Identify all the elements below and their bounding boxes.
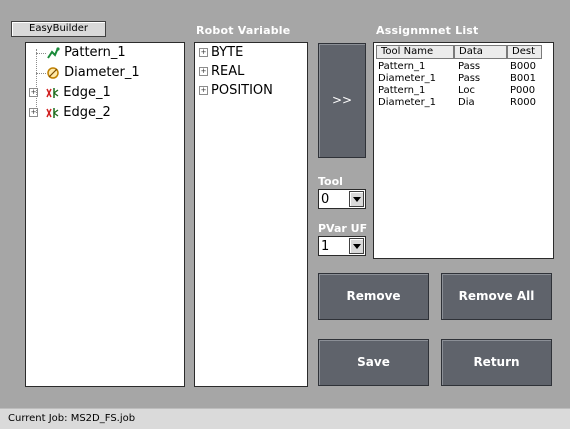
remove-button[interactable]: Remove [318,273,429,320]
pvar-uf-select[interactable]: 1 [318,236,366,256]
easybuilder-button[interactable]: EasyBuilder [11,21,106,37]
robot-var-label: REAL [211,64,245,79]
table-cell: B000 [510,61,536,72]
table-cell: Pattern_1 [378,61,426,72]
robot-variable-header: Robot Variable [196,24,291,37]
table-cell: R000 [510,97,537,108]
current-job-text: Current Job: MS2D_FS.job [8,413,136,424]
tree-connector [36,53,46,54]
column-header-tool-name[interactable]: Tool Name [376,45,454,59]
tool-select[interactable]: 0 [318,189,366,209]
tree-item-label: Pattern_1 [64,45,126,60]
column-header-data[interactable]: Data [454,45,507,59]
edge-icon [45,105,63,120]
tree-item-diameter[interactable]: Diameter_1 [46,65,140,80]
app-window: EasyBuilder Pattern_1 Diameter_1 + Edge_… [0,0,570,429]
pvar-uf-label: PVar UF [318,222,368,235]
expand-icon[interactable]: + [29,88,38,97]
expand-icon[interactable]: + [199,48,208,57]
tree-item-edge-1[interactable]: + Edge_1 [29,85,111,100]
tree-item-pattern[interactable]: Pattern_1 [46,45,126,60]
tree-item-label: Edge_1 [63,85,111,100]
pattern-icon [46,45,64,60]
tree-connector [36,49,37,113]
tree-connector [36,73,46,74]
transfer-button[interactable]: >> [318,43,366,158]
column-header-dest[interactable]: Dest [507,45,542,59]
table-cell: Pass [458,61,481,72]
tree-item-label: Edge_2 [63,105,111,120]
robot-var-byte[interactable]: + BYTE [199,45,243,60]
save-button[interactable]: Save [318,339,429,386]
robot-var-label: BYTE [211,45,244,60]
chevron-down-icon[interactable] [349,191,364,207]
return-button[interactable]: Return [441,339,552,386]
expand-icon[interactable]: + [199,67,208,76]
table-cell: B001 [510,73,536,84]
status-bar: Current Job: MS2D_FS.job [0,408,570,429]
table-cell: Dia [458,97,475,108]
assignment-list[interactable]: Tool Name Data Dest Pattern_1 Pass B000 … [373,42,554,259]
remove-all-button[interactable]: Remove All [441,273,552,320]
table-cell: Pass [458,73,481,84]
table-cell: Diameter_1 [378,97,437,108]
tool-tree-panel: Pattern_1 Diameter_1 + Edge_1 + Edge_2 [25,42,185,387]
expand-icon[interactable]: + [29,108,38,117]
diameter-icon [46,65,64,80]
tree-item-label: Diameter_1 [64,65,140,80]
table-cell: Pattern_1 [378,85,426,96]
tool-select-value: 0 [321,192,330,207]
expand-icon[interactable]: + [199,86,208,95]
table-cell: Loc [458,85,476,96]
edge-icon [45,85,63,100]
robot-variable-panel: + BYTE + REAL + POSITION [194,42,308,387]
main-area: EasyBuilder Pattern_1 Diameter_1 + Edge_… [0,0,570,408]
tree-item-edge-2[interactable]: + Edge_2 [29,105,111,120]
pvar-uf-select-value: 1 [321,239,330,254]
assignment-list-header: Assignmnet List [376,24,479,37]
table-cell: Diameter_1 [378,73,437,84]
chevron-down-icon[interactable] [349,238,364,254]
robot-var-real[interactable]: + REAL [199,64,244,79]
tool-label: Tool [318,175,343,188]
table-cell: P000 [510,85,536,96]
robot-var-label: POSITION [211,83,273,98]
robot-var-position[interactable]: + POSITION [199,83,273,98]
